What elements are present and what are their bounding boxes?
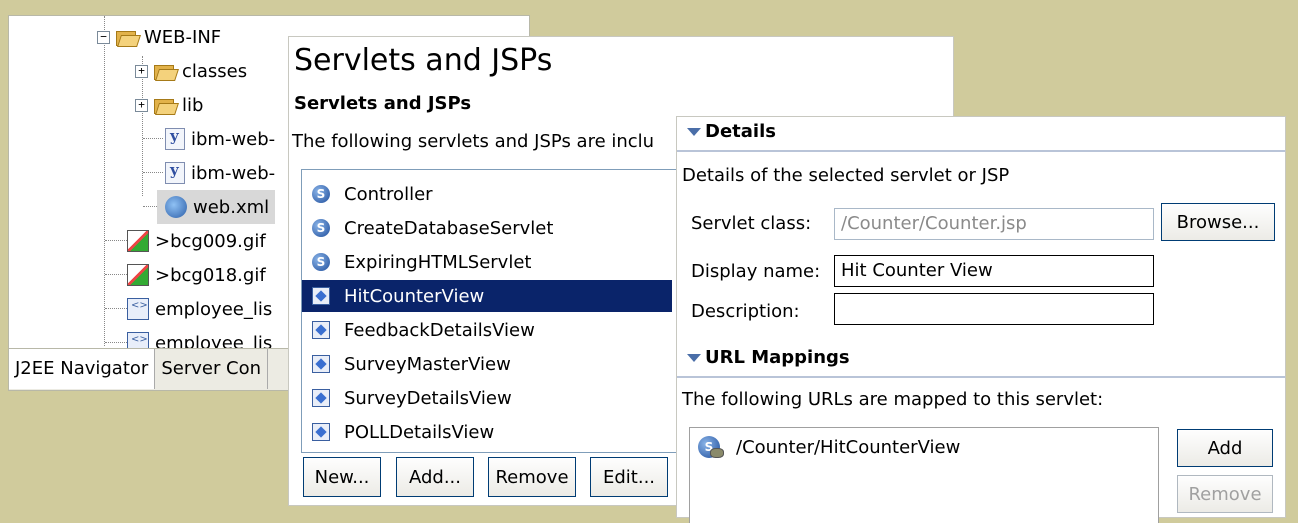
section-divider: [677, 150, 1285, 152]
tree-item-label: WEB-INF: [144, 26, 222, 48]
browse-button[interactable]: Browse...: [1161, 203, 1275, 241]
list-item-label: SurveyDetailsView: [344, 387, 512, 409]
tree-guide-line: [104, 36, 105, 346]
list-item-label: POLLDetailsView: [344, 421, 495, 443]
tree-item-classes[interactable]: + classes: [135, 54, 247, 88]
details-description: Details of the selected servlet or JSP: [682, 165, 1010, 186]
jsp-icon: [312, 287, 330, 305]
list-item-label: SurveyMasterView: [344, 353, 511, 375]
tree-item-web-inf[interactable]: − WEB-INF: [97, 20, 221, 54]
folder-icon: [154, 63, 176, 80]
section-description: The following servlets and JSPs are incl…: [292, 131, 655, 152]
list-item-label: HitCounterView: [344, 285, 485, 307]
list-item-selected[interactable]: HitCounterView: [302, 280, 672, 312]
jsp-icon: [312, 355, 330, 373]
collapse-icon[interactable]: −: [97, 30, 110, 44]
tab-server-configuration[interactable]: Server Con: [155, 349, 269, 389]
image-file-icon: [127, 264, 149, 286]
tree-item-label: >bcg018.gif: [155, 264, 266, 286]
tree-item-ibm-web-bnd[interactable]: ibm-web-: [157, 122, 275, 156]
tree-item-employee-list-1[interactable]: employee_lis: [119, 292, 272, 326]
jsp-icon: [312, 321, 330, 339]
tree-item-web-xml[interactable]: web.xml: [157, 190, 276, 224]
section-title: URL Mappings: [705, 347, 850, 368]
servlet-class-label: Servlet class:: [691, 213, 812, 234]
edit-button[interactable]: Edit...: [590, 457, 668, 497]
expand-icon[interactable]: +: [135, 64, 148, 78]
folder-icon: [154, 97, 176, 114]
list-item[interactable]: SurveyDetailsView: [302, 382, 520, 414]
section-heading: Servlets and JSPs: [294, 93, 472, 114]
remove-button[interactable]: Remove: [488, 457, 576, 497]
jsp-icon: [312, 423, 330, 441]
list-item-label: CreateDatabaseServlet: [344, 217, 554, 239]
servlet-mapping-icon: S: [698, 436, 724, 458]
xml-file-icon: [165, 127, 185, 150]
tab-j2ee-navigator[interactable]: J2EE Navigator: [9, 349, 156, 389]
web-descriptor-icon: [165, 196, 187, 218]
xml-file-icon: [165, 161, 185, 184]
url-mapping-list[interactable]: S /Counter/HitCounterView: [689, 427, 1159, 523]
display-name-field[interactable]: Hit Counter View: [834, 255, 1154, 287]
servlet-icon: S: [312, 253, 330, 271]
add-url-button[interactable]: Add: [1177, 429, 1273, 467]
tree-item-label: employee_lis: [155, 298, 273, 320]
section-divider: [677, 376, 1285, 378]
details-panel: Details Details of the selected servlet …: [676, 116, 1286, 523]
servlet-icon: S: [312, 185, 330, 203]
collapse-triangle-icon[interactable]: [687, 127, 701, 136]
tree-item-label: classes: [182, 60, 248, 82]
list-item[interactable]: S CreateDatabaseServlet: [302, 212, 561, 244]
collapse-triangle-icon[interactable]: [687, 353, 701, 362]
list-item-label: Controller: [344, 183, 433, 205]
html-file-icon: [127, 298, 149, 320]
description-field[interactable]: [834, 293, 1154, 325]
list-item-label: /Counter/HitCounterView: [736, 436, 961, 458]
tree-item-lib[interactable]: + lib: [135, 88, 203, 122]
tree-item-ibm-web-ext[interactable]: ibm-web-: [157, 156, 275, 190]
remove-url-button[interactable]: Remove: [1177, 475, 1273, 513]
new-button[interactable]: New...: [303, 457, 381, 497]
jsp-icon: [312, 389, 330, 407]
list-item[interactable]: S Controller: [302, 178, 441, 210]
list-item-label: FeedbackDetailsView: [344, 319, 535, 341]
url-mappings-section-header[interactable]: URL Mappings: [687, 347, 850, 368]
list-item[interactable]: FeedbackDetailsView: [302, 314, 543, 346]
list-item[interactable]: SurveyMasterView: [302, 348, 519, 380]
details-section-header[interactable]: Details: [687, 121, 776, 142]
tree-item-bcg009[interactable]: >bcg009.gif: [119, 224, 266, 258]
expand-icon[interactable]: +: [135, 98, 148, 112]
description-label: Description:: [691, 301, 800, 322]
url-mappings-description: The following URLs are mapped to this se…: [682, 389, 1104, 410]
tree-item-label: ibm-web-: [191, 162, 276, 184]
list-item[interactable]: S /Counter/HitCounterView: [698, 436, 960, 458]
tree-item-label: web.xml: [193, 196, 270, 218]
list-item[interactable]: S ExpiringHTMLServlet: [302, 246, 539, 278]
tree-item-label: ibm-web-: [191, 128, 276, 150]
tree-item-label: lib: [182, 94, 204, 116]
add-button[interactable]: Add...: [396, 457, 474, 497]
list-item-label: ExpiringHTMLServlet: [344, 251, 532, 273]
tree-item-bcg018[interactable]: >bcg018.gif: [119, 258, 266, 292]
display-name-label: Display name:: [691, 261, 821, 282]
servlet-class-field[interactable]: /Counter/Counter.jsp: [834, 208, 1154, 240]
folder-icon: [116, 29, 138, 46]
list-item[interactable]: POLLDetailsView: [302, 416, 502, 448]
section-title: Details: [705, 121, 776, 142]
tree-item-label: >bcg009.gif: [155, 230, 266, 252]
page-title: Servlets and JSPs: [294, 43, 553, 78]
servlet-icon: S: [312, 219, 330, 237]
image-file-icon: [127, 230, 149, 252]
